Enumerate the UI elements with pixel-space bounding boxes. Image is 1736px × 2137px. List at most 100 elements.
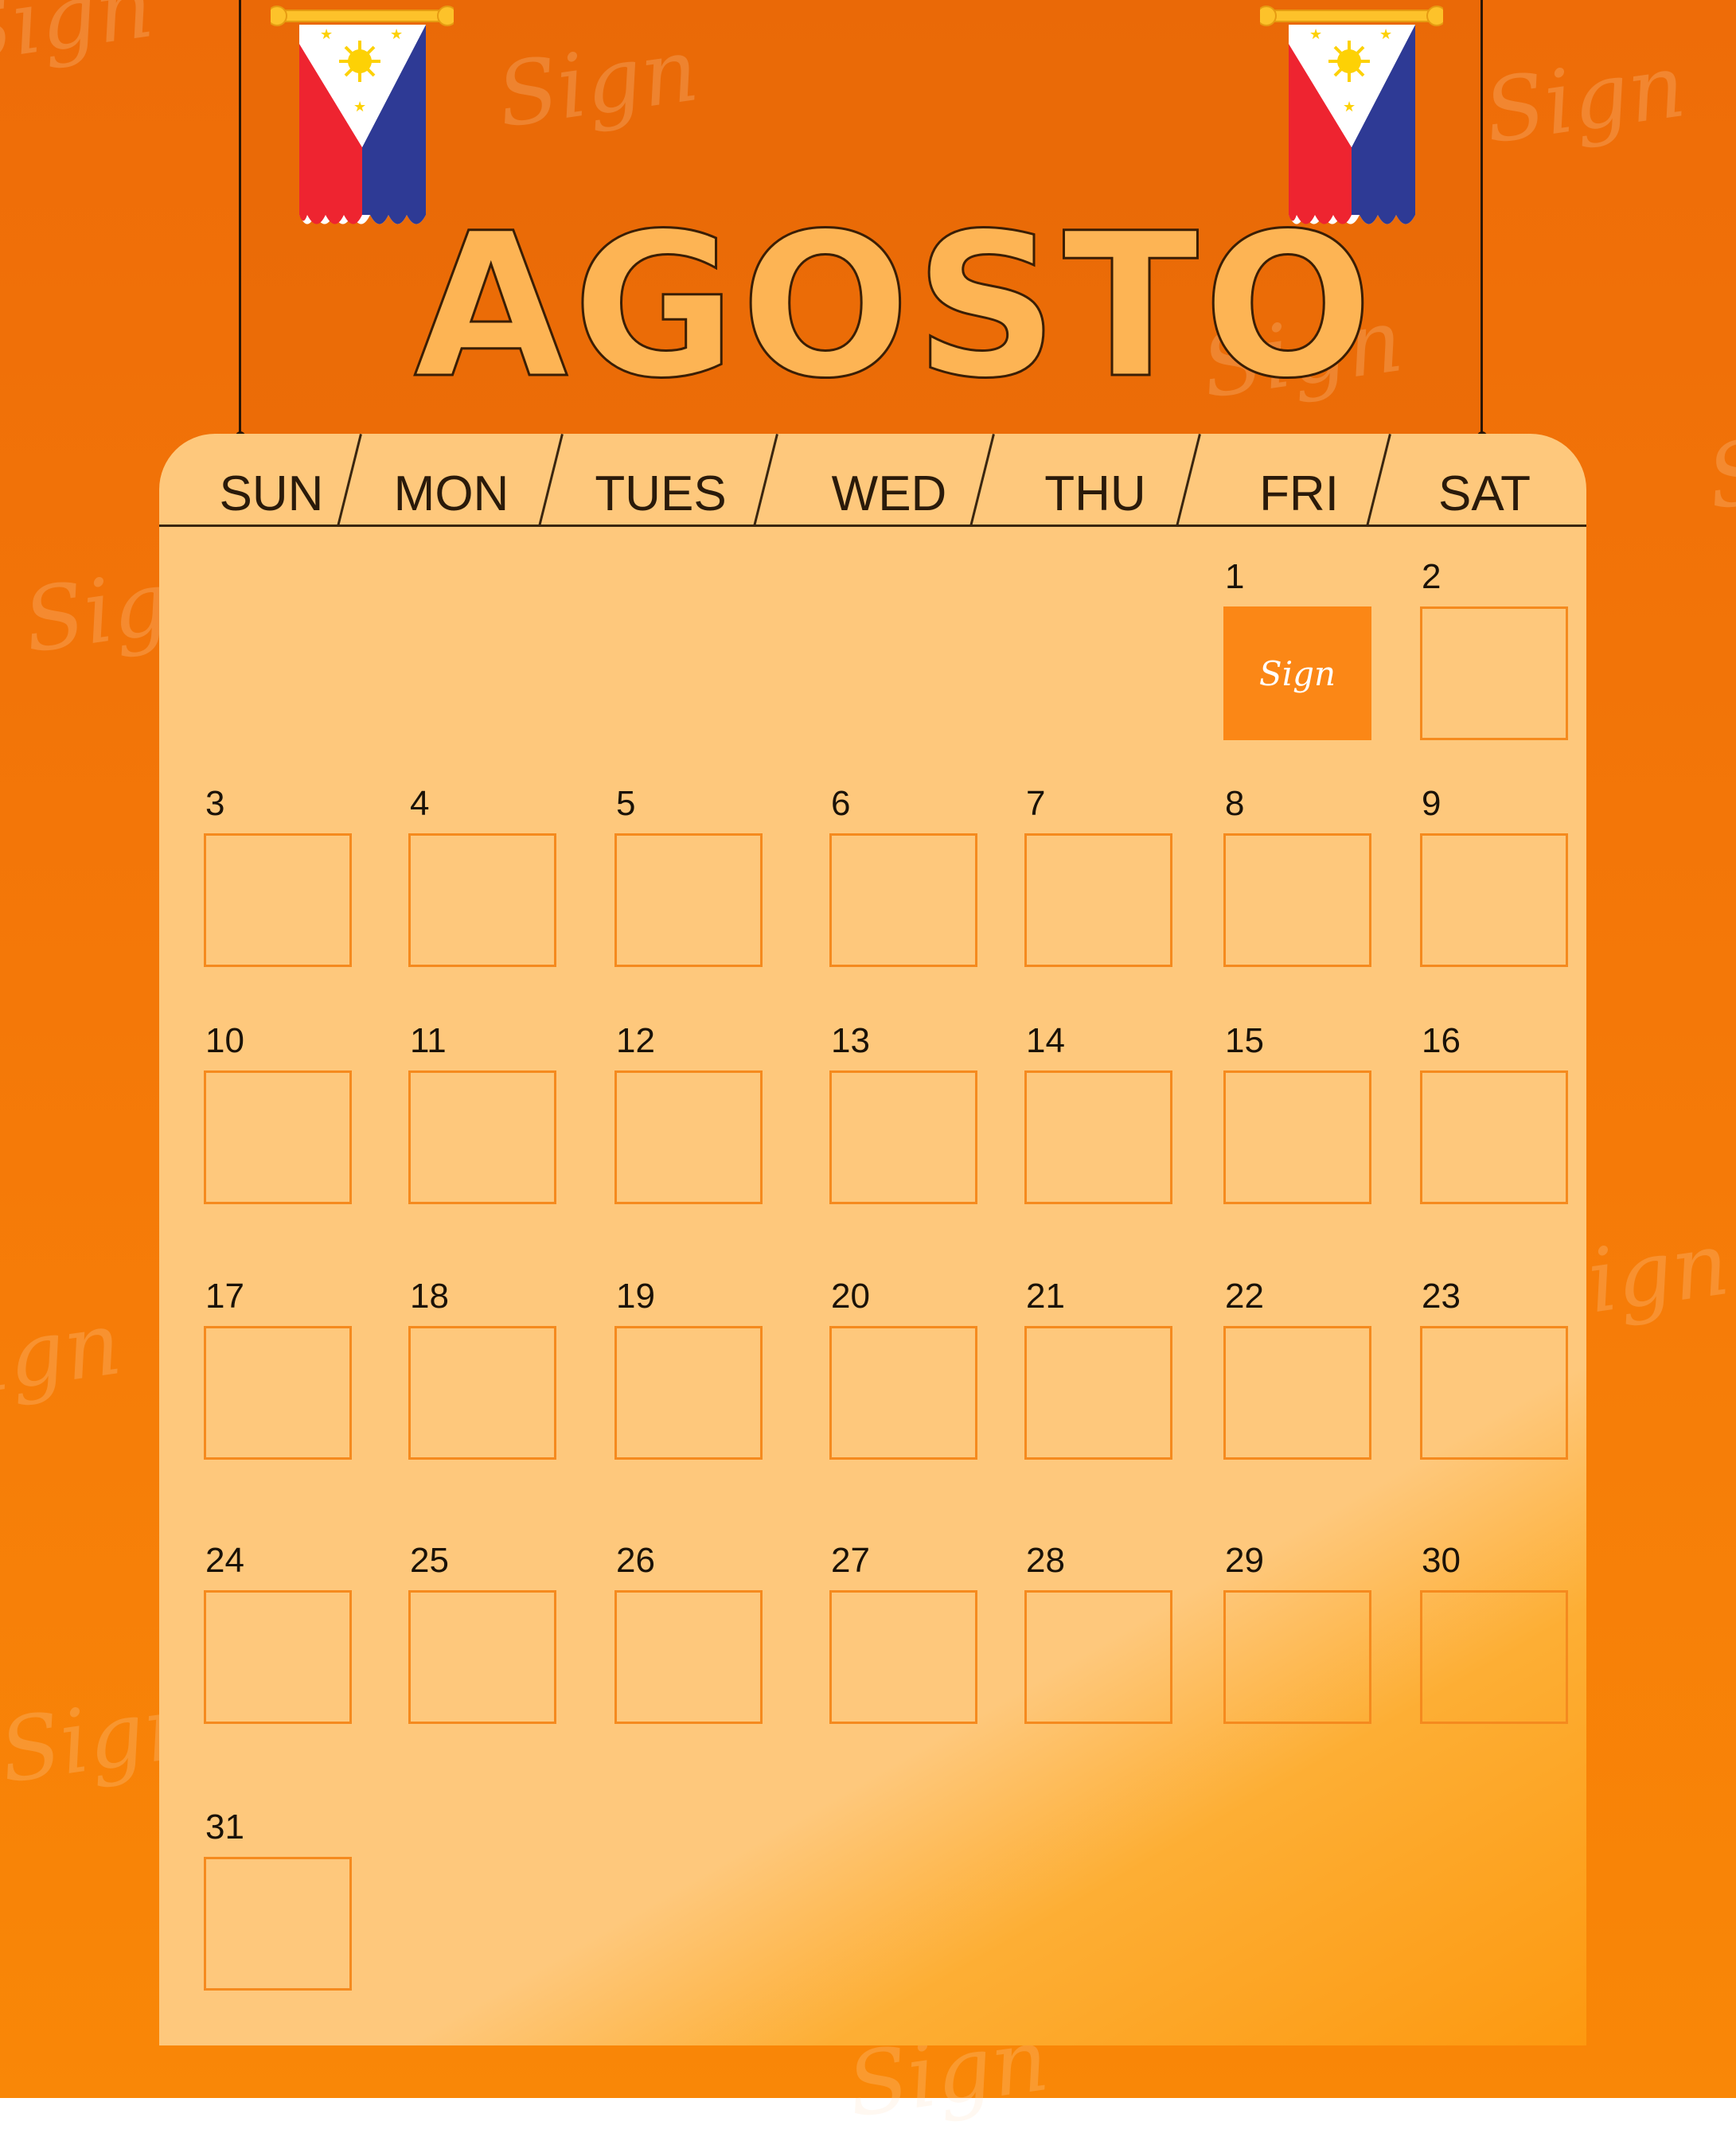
day-cell[interactable]: 18 [408,1277,556,1460]
day-number: 23 [1422,1277,1461,1316]
day-cell[interactable]: 23 [1420,1277,1568,1460]
day-cell[interactable]: 13 [829,1021,977,1204]
day-number: 9 [1422,784,1441,823]
card-gradient [159,434,1586,2045]
day-box[interactable] [1420,1070,1568,1204]
svg-text:★: ★ [1343,99,1356,115]
weekday-wed: WED [831,466,947,521]
day-cell[interactable]: 28 [1024,1541,1172,1724]
day-box[interactable] [204,1070,352,1204]
day-box[interactable] [1223,1326,1371,1460]
day-box[interactable] [408,1590,556,1724]
day-cell[interactable]: 6 [829,784,977,967]
day-number: 28 [1026,1541,1065,1580]
day-cell[interactable]: 22 [1223,1277,1371,1460]
svg-text:★: ★ [353,99,366,115]
day-cell[interactable]: 8 [1223,784,1371,967]
day-box[interactable] [829,1326,977,1460]
weekday-thu: THU [1044,466,1146,521]
day-cell[interactable]: 9 [1420,784,1568,967]
day-number: 7 [1026,784,1046,823]
day-cell[interactable]: 31 [204,1807,352,1991]
day-cell[interactable]: 16 [1420,1021,1568,1204]
weekday-sun: SUN [219,466,324,521]
day-box[interactable] [1420,1590,1568,1724]
day-number: 27 [831,1541,870,1580]
calendar-card: SUN MON TUES WED THU FRI SAT Sign 1 2 3 4 5 6 7… [159,434,1586,2045]
day-cell[interactable]: 21 [1024,1277,1172,1460]
day-box[interactable] [204,1590,352,1724]
day-box[interactable] [408,1070,556,1204]
day-number: 13 [831,1021,870,1060]
day-box[interactable] [408,1326,556,1460]
day-box[interactable] [1024,1326,1172,1460]
day-cell[interactable]: 10 [204,1021,352,1204]
day-box[interactable] [1223,833,1371,967]
day-box[interactable] [1420,1326,1568,1460]
day-cell[interactable]: 2 [1420,557,1568,740]
day-box[interactable] [204,833,352,967]
day-cell[interactable]: 19 [614,1277,763,1460]
day-number: 2 [1422,557,1441,596]
day-box[interactable] [204,1857,352,1991]
weekday-sat: SAT [1438,466,1531,521]
day-number: 1 [1225,557,1245,596]
day-number: 29 [1225,1541,1264,1580]
day-box[interactable] [614,1590,763,1724]
header-rule [159,525,1586,527]
day-box[interactable] [408,833,556,967]
day-box[interactable] [204,1326,352,1460]
day-box[interactable] [1024,1590,1172,1724]
svg-text:★: ★ [390,26,403,43]
day-number: 11 [410,1021,447,1060]
day-cell[interactable]: 11 [408,1021,556,1204]
day-box[interactable] [829,1590,977,1724]
day-box[interactable] [1024,833,1172,967]
day-cell[interactable]: 25 [408,1541,556,1724]
day-cell[interactable]: 20 [829,1277,977,1460]
day-number: 21 [1026,1277,1065,1316]
day-cell[interactable]: 3 [204,784,352,967]
day-number: 5 [616,784,636,823]
day-cell[interactable]: 17 [204,1277,352,1460]
day-number: 25 [410,1541,449,1580]
day-cell[interactable]: Sign 1 [1223,557,1371,740]
day-cell[interactable]: 30 [1420,1541,1568,1724]
svg-text:★: ★ [320,26,333,43]
day-cell[interactable]: 24 [204,1541,352,1724]
day-cell[interactable]: 27 [829,1541,977,1724]
day-box[interactable] [614,1070,763,1204]
day-box[interactable] [614,1326,763,1460]
weekday-fri: FRI [1259,466,1339,521]
svg-text:★: ★ [1309,26,1322,43]
hanging-string-left [239,0,241,436]
day-number: 15 [1225,1021,1264,1060]
day-number: 10 [205,1021,244,1060]
day-box[interactable] [614,833,763,967]
day-cell[interactable]: 12 [614,1021,763,1204]
hanging-string-right [1480,0,1483,436]
day-box[interactable] [829,833,977,967]
day-cell[interactable]: 14 [1024,1021,1172,1204]
weekday-mon: MON [393,466,509,521]
day-number: 31 [205,1807,244,1846]
day-number: 8 [1225,784,1245,823]
day-box[interactable] [1024,1070,1172,1204]
day-cell[interactable]: 15 [1223,1021,1371,1204]
day-cell[interactable]: 4 [408,784,556,967]
day-cell[interactable]: 5 [614,784,763,967]
day-number: 26 [616,1541,655,1580]
day-cell[interactable]: 29 [1223,1541,1371,1724]
day-number: 30 [1422,1541,1461,1580]
svg-text:★: ★ [1379,26,1392,43]
day-box[interactable] [1223,1070,1371,1204]
day-number: 19 [616,1277,655,1316]
day-box[interactable] [1420,606,1568,740]
day-box[interactable] [1223,1590,1371,1724]
day-number: 16 [1422,1021,1461,1060]
day-cell[interactable]: 26 [614,1541,763,1724]
day-cell[interactable]: 7 [1024,784,1172,967]
day-box[interactable] [829,1070,977,1204]
day-number: 20 [831,1277,870,1316]
day-box[interactable] [1420,833,1568,967]
